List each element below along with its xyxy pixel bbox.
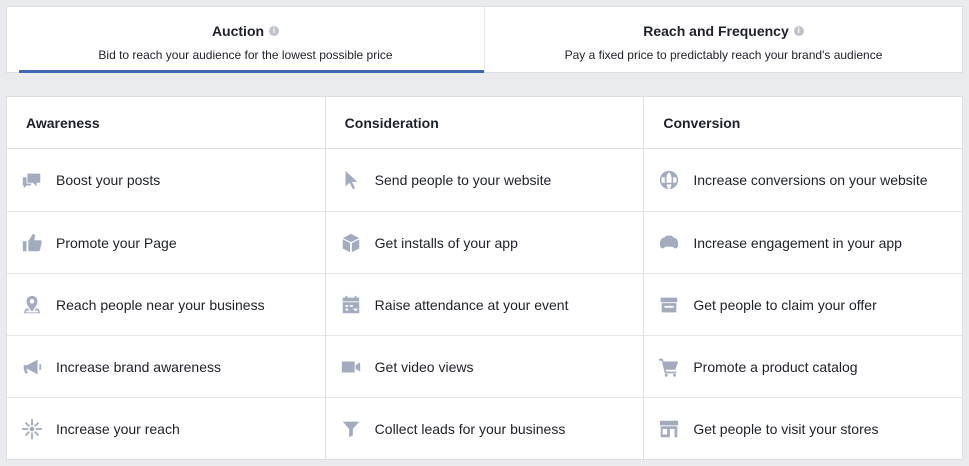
- objective-label: Get video views: [374, 358, 474, 375]
- objective-event-responses[interactable]: Raise attendance at your event: [325, 273, 644, 335]
- objective-reach-nearby[interactable]: Reach people near your business: [7, 273, 325, 335]
- tab-auction[interactable]: Auction i Bid to reach your audience for…: [7, 7, 484, 73]
- objective-grid: Awareness Boost your posts Promote your …: [6, 96, 963, 460]
- tab-reach-and-frequency-title: Reach and Frequency: [643, 23, 789, 39]
- shopping-cart-icon: [657, 355, 681, 379]
- column-header-conversion: Conversion: [644, 97, 963, 149]
- objective-label: Get installs of your app: [374, 234, 518, 251]
- objective-label: Get people to claim your offer: [693, 296, 877, 313]
- objective-app-installs[interactable]: Get installs of your app: [325, 211, 644, 273]
- objective-lead-generation[interactable]: Collect leads for your business: [325, 397, 644, 459]
- objective-offer-claims[interactable]: Get people to claim your offer: [644, 273, 963, 335]
- buying-type-tabs: Auction i Bid to reach your audience for…: [6, 6, 963, 73]
- objective-video-views[interactable]: Get video views: [325, 335, 644, 397]
- objective-product-catalog[interactable]: Promote a product catalog: [644, 335, 963, 397]
- globe-icon: [657, 168, 681, 192]
- objective-label: Increase conversions on your website: [693, 172, 928, 188]
- cursor-icon: [339, 168, 363, 192]
- objective-boost-posts[interactable]: Boost your posts: [7, 149, 325, 211]
- objective-label: Increase your reach: [56, 420, 180, 437]
- info-icon[interactable]: i: [269, 26, 280, 36]
- storefront-icon: [657, 417, 681, 441]
- objective-label: Raise attendance at your event: [374, 296, 569, 313]
- tab-auction-title: Auction: [211, 23, 265, 39]
- objective-promote-page[interactable]: Promote your Page: [7, 211, 325, 273]
- snowflake-burst-icon: [20, 417, 44, 441]
- objective-label: Reach people near your business: [56, 296, 265, 313]
- box-icon: [339, 231, 363, 255]
- objective-increase-reach[interactable]: Increase your reach: [7, 397, 325, 459]
- megaphone-icon: [20, 355, 44, 379]
- objective-brand-awareness[interactable]: Increase brand awareness: [7, 335, 325, 397]
- awareness-column: Awareness Boost your posts Promote your …: [7, 97, 325, 459]
- speech-bubbles-icon: [20, 168, 44, 192]
- objective-website-traffic[interactable]: Send people to your website: [326, 149, 644, 211]
- objective-label: Boost your posts: [56, 172, 161, 188]
- tab-reach-and-frequency-subtitle: Pay a fixed price to predictably reach y…: [564, 48, 883, 62]
- tab-auction-subtitle: Bid to reach your audience for the lowes…: [98, 48, 393, 62]
- thumbs-up-icon: [20, 231, 44, 255]
- objective-store-visits[interactable]: Get people to visit your stores: [644, 397, 963, 459]
- objective-label: Promote your Page: [56, 234, 177, 251]
- consideration-column: Consideration Send people to your websit…: [324, 97, 644, 459]
- objective-label: Increase brand awareness: [56, 358, 221, 375]
- info-icon[interactable]: i: [793, 26, 804, 36]
- objective-app-engagement[interactable]: Increase engagement in your app: [644, 211, 963, 273]
- objective-label: Get people to visit your stores: [693, 420, 879, 437]
- objective-label: Promote a product catalog: [693, 358, 858, 375]
- conversion-column: Conversion Increase conversions on your …: [643, 97, 963, 459]
- map-pin-icon: [20, 293, 44, 317]
- gamepad-icon: [657, 231, 681, 255]
- offer-tag-icon: [657, 293, 681, 317]
- column-header-consideration: Consideration: [325, 97, 644, 149]
- tab-reach-and-frequency[interactable]: Reach and Frequency i Pay a fixed price …: [484, 7, 962, 72]
- objective-website-conversions[interactable]: Increase conversions on your website: [644, 149, 962, 211]
- objective-label: Collect leads for your business: [374, 420, 566, 437]
- funnel-icon: [339, 417, 363, 441]
- calendar-icon: [339, 293, 363, 317]
- objective-label: Send people to your website: [374, 172, 552, 188]
- video-camera-icon: [339, 355, 363, 379]
- objective-label: Increase engagement in your app: [693, 234, 902, 251]
- column-header-awareness: Awareness: [7, 97, 325, 149]
